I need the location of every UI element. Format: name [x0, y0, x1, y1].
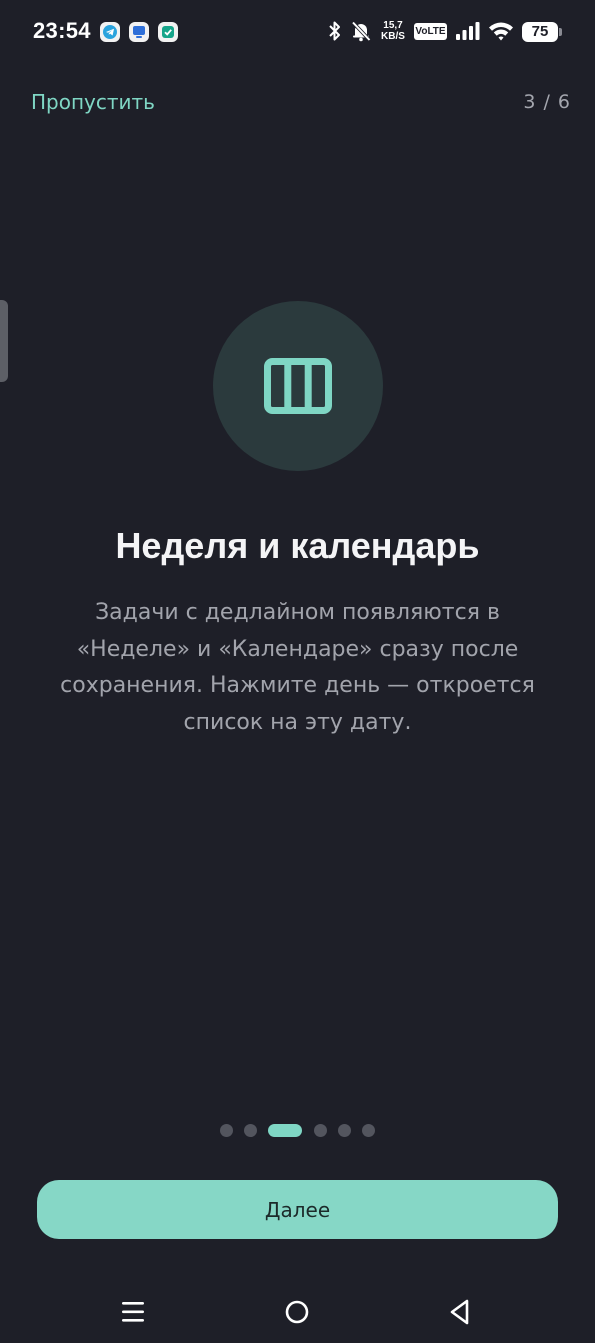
slide-title: Неделя и календарь: [115, 525, 480, 566]
feature-icon-circle: [213, 301, 383, 471]
system-nav-bar: [0, 1280, 595, 1343]
slide-description: Задачи с дедлайном появляются в «Неделе»…: [60, 600, 535, 735]
wifi-icon: [488, 20, 514, 46]
volte-badge: VoLTE: [414, 23, 447, 40]
checklist-icon: [158, 22, 178, 42]
page-dot-3-active: [268, 1124, 302, 1137]
skip-button[interactable]: Пропустить: [31, 90, 155, 114]
home-icon: [285, 1300, 309, 1324]
battery-icon: 75: [522, 22, 558, 42]
page-dot-5: [338, 1124, 351, 1137]
page-dot-2: [244, 1124, 257, 1137]
page-dot-1: [220, 1124, 233, 1137]
network-speed: 15,7 KB/S: [381, 20, 405, 42]
step-counter: 3 / 6: [523, 91, 571, 113]
next-button[interactable]: Далее: [37, 1180, 558, 1239]
menu-icon: [122, 1302, 144, 1322]
week-columns-icon: [264, 358, 332, 414]
app-icon: [129, 22, 149, 42]
menu-button[interactable]: [103, 1280, 163, 1343]
battery-tip: [559, 28, 562, 36]
home-button[interactable]: [267, 1280, 327, 1343]
signal-icon: [455, 20, 481, 46]
telegram-icon: [100, 22, 120, 42]
status-time: 23:54: [33, 18, 91, 43]
bell-muted-icon: [350, 20, 372, 46]
bluetooth-icon: [326, 20, 344, 46]
back-icon: [450, 1299, 469, 1325]
side-panel-handle[interactable]: [0, 300, 8, 382]
page-indicator: [0, 1124, 595, 1138]
page-dot-4: [314, 1124, 327, 1137]
page-dot-6: [362, 1124, 375, 1137]
back-button[interactable]: [430, 1280, 490, 1343]
status-bar: 23:54 15,7 KB/S VoLTE 75: [0, 0, 595, 64]
